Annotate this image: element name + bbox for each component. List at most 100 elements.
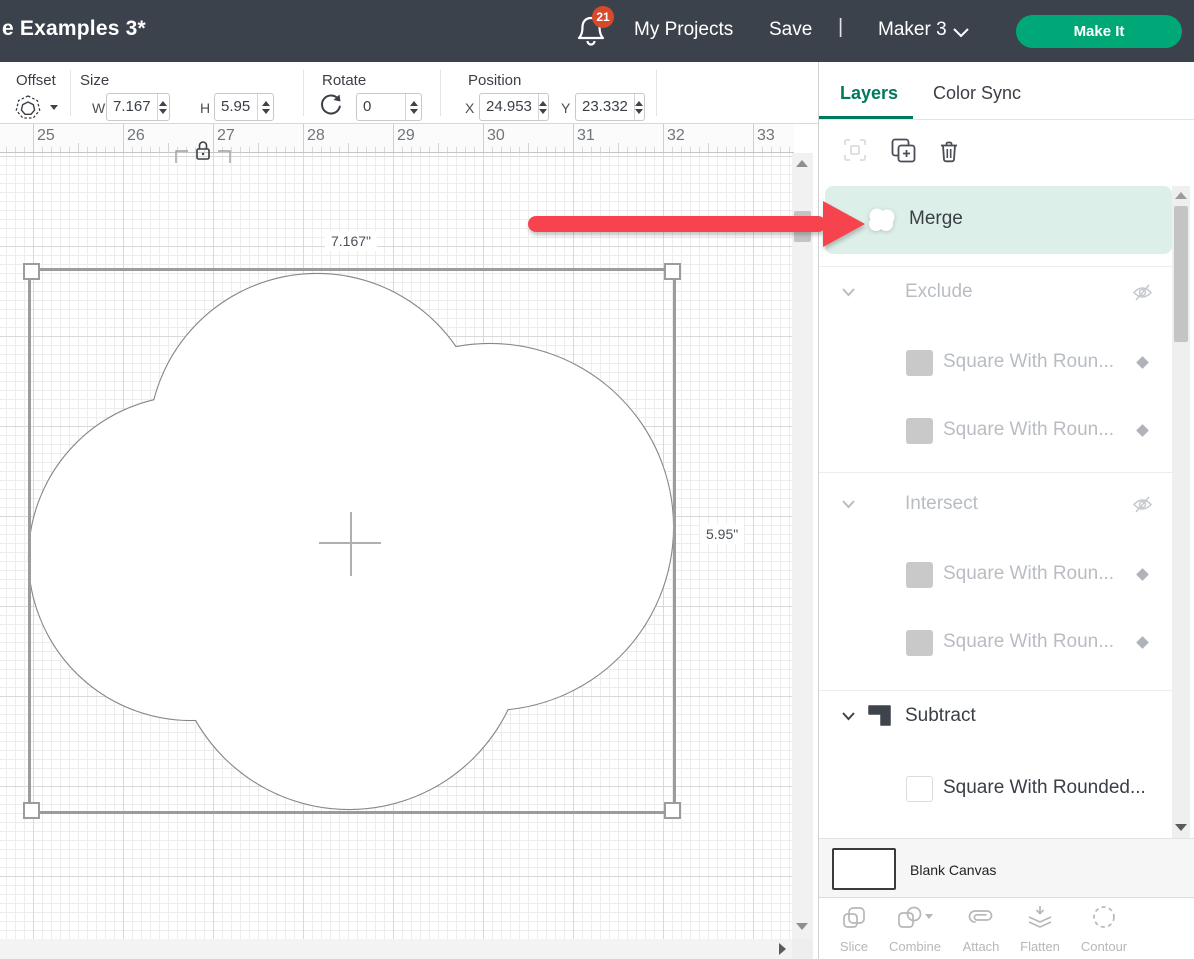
blank-canvas-swatch[interactable] xyxy=(832,848,896,890)
layer-name-merge: Merge xyxy=(909,208,963,230)
layer-thumbnail[interactable] xyxy=(906,630,933,656)
blank-canvas-row[interactable]: Blank Canvas xyxy=(819,838,1194,897)
toolbar-divider xyxy=(656,70,657,116)
group-separator xyxy=(819,266,1172,267)
scroll-up-icon[interactable] xyxy=(796,160,808,167)
scroll-down-icon[interactable] xyxy=(796,923,808,930)
project-title: e Examples 3* xyxy=(2,17,146,41)
width-field-label: W xyxy=(92,100,105,116)
group-label-subtract[interactable]: Subtract xyxy=(905,705,976,727)
height-value: 5.95 xyxy=(215,94,257,120)
toolbar-divider xyxy=(440,70,441,116)
contour-button[interactable]: Contour xyxy=(1072,904,1136,954)
toolbar-divider xyxy=(70,70,71,116)
offset-icon xyxy=(14,94,42,120)
layer-name[interactable]: Square With Rounded... xyxy=(943,777,1146,799)
center-crosshair-vertical xyxy=(350,512,352,576)
intersect-collapse-chevron-icon[interactable] xyxy=(841,499,856,509)
my-projects-link[interactable]: My Projects xyxy=(634,19,733,41)
layer-name[interactable]: Square With Roun... xyxy=(943,563,1114,585)
y-position-input[interactable]: 23.332 xyxy=(575,93,645,121)
layer-name[interactable]: Square With Roun... xyxy=(943,351,1114,373)
rotate-input[interactable]: 0 xyxy=(356,93,422,121)
top-bar: e Examples 3* 21 My Projects Save | Make… xyxy=(0,0,1194,62)
slice-button[interactable]: Slice xyxy=(822,904,886,954)
chevron-down-icon[interactable] xyxy=(952,27,970,38)
position-label: Position xyxy=(468,72,521,89)
trash-icon[interactable] xyxy=(937,139,961,164)
canvas-horizontal-scrollbar[interactable] xyxy=(0,939,794,959)
ruler-number: 30 xyxy=(487,127,505,145)
notifications-button[interactable]: 21 xyxy=(576,12,616,54)
hidden-eye-icon[interactable] xyxy=(1132,284,1153,301)
resize-handle-top-left[interactable] xyxy=(23,263,40,280)
resize-handle-bottom-left[interactable] xyxy=(23,802,40,819)
rotate-icon[interactable] xyxy=(318,92,344,118)
offset-dropdown-arrow[interactable] xyxy=(50,105,58,110)
attach-button[interactable]: Attach xyxy=(949,904,1013,954)
scroll-up-icon[interactable] xyxy=(1175,192,1187,199)
layer-name[interactable]: Square With Roun... xyxy=(943,631,1114,653)
panel-scroll-thumb[interactable] xyxy=(1174,206,1188,342)
layer-name[interactable]: Square With Roun... xyxy=(943,419,1114,441)
rotate-label: Rotate xyxy=(322,72,366,89)
layer-row-merge[interactable]: Merge xyxy=(825,186,1172,254)
make-it-button[interactable]: Make It xyxy=(1016,15,1182,48)
attach-icon xyxy=(966,904,996,932)
panel-scrollbar[interactable] xyxy=(1172,186,1190,838)
scroll-down-icon[interactable] xyxy=(1175,824,1187,831)
x-position-input[interactable]: 24.953 xyxy=(479,93,549,121)
layer-thumbnail[interactable] xyxy=(906,350,933,376)
height-field-label: H xyxy=(200,100,210,116)
selection-bounding-box[interactable] xyxy=(28,268,676,814)
layer-thumbnail[interactable] xyxy=(906,418,933,444)
canvas-vertical-scrollbar[interactable] xyxy=(792,153,813,939)
flatten-button[interactable]: Flatten xyxy=(1008,904,1072,954)
ruler-number: 32 xyxy=(667,127,685,145)
size-lock-icon[interactable] xyxy=(172,136,234,166)
select-all-icon[interactable] xyxy=(843,138,867,162)
hidden-eye-icon[interactable] xyxy=(1132,496,1153,513)
y-stepper[interactable] xyxy=(634,94,644,120)
machine-selector[interactable]: Maker 3 xyxy=(878,19,947,41)
tab-color-sync[interactable]: Color Sync xyxy=(933,83,1021,104)
size-label: Size xyxy=(80,72,109,89)
tab-layers[interactable]: Layers xyxy=(840,83,898,104)
combine-button[interactable]: Combine xyxy=(883,904,947,954)
combine-icon xyxy=(895,904,935,932)
x-position-value: 24.953 xyxy=(480,94,538,120)
subtract-collapse-chevron-icon[interactable] xyxy=(841,711,856,721)
linetype-diamond-icon[interactable] xyxy=(1136,356,1149,369)
duplicate-icon[interactable] xyxy=(890,137,917,164)
rotate-value: 0 xyxy=(357,94,405,120)
linetype-diamond-icon[interactable] xyxy=(1136,424,1149,437)
layer-thumbnail[interactable] xyxy=(906,776,933,802)
offset-button[interactable] xyxy=(14,94,42,125)
ruler-number: 33 xyxy=(757,127,775,145)
scroll-right-icon[interactable] xyxy=(779,943,786,955)
resize-handle-top-right[interactable] xyxy=(664,263,681,280)
layers-panel: Layers Color Sync Merge Exc xyxy=(818,62,1194,959)
ruler-number: 26 xyxy=(127,127,145,145)
width-input[interactable]: 7.167 xyxy=(106,93,170,121)
x-stepper[interactable] xyxy=(538,94,548,120)
blank-canvas-label: Blank Canvas xyxy=(910,862,996,878)
edit-toolbar: Offset Size W 7.167 H 5.95 Rotate 0 Posi… xyxy=(0,62,819,124)
linetype-diamond-icon[interactable] xyxy=(1136,636,1149,649)
contour-label: Contour xyxy=(1072,939,1136,954)
height-stepper[interactable] xyxy=(257,94,273,120)
resize-handle-bottom-right[interactable] xyxy=(664,802,681,819)
slice-icon xyxy=(840,904,868,932)
notification-badge: 21 xyxy=(592,6,614,28)
group-label-exclude[interactable]: Exclude xyxy=(905,281,973,303)
merge-shape-thumbnail xyxy=(865,205,899,235)
red-callout-arrow xyxy=(520,195,868,253)
layer-thumbnail[interactable] xyxy=(906,562,933,588)
height-input[interactable]: 5.95 xyxy=(214,93,274,121)
rotate-stepper[interactable] xyxy=(405,94,421,120)
save-link[interactable]: Save xyxy=(769,19,812,41)
exclude-collapse-chevron-icon[interactable] xyxy=(841,287,856,297)
group-label-intersect[interactable]: Intersect xyxy=(905,493,978,515)
linetype-diamond-icon[interactable] xyxy=(1136,568,1149,581)
width-stepper[interactable] xyxy=(157,94,169,120)
